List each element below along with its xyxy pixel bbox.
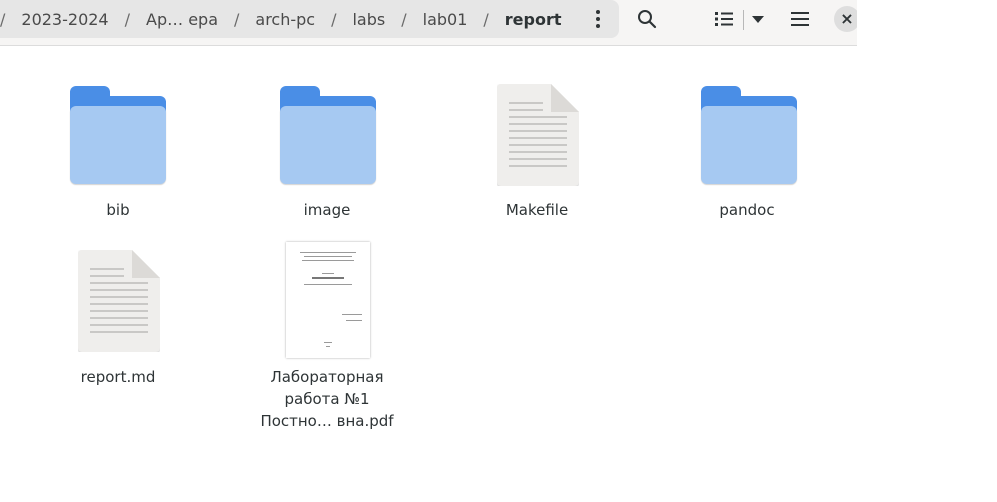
chevron-down-icon xyxy=(752,16,764,23)
breadcrumb-report[interactable]: report xyxy=(503,10,564,29)
list-view-button[interactable] xyxy=(708,4,740,34)
file-item-pandoc[interactable]: pandoc xyxy=(667,84,827,224)
breadcrumb-labs[interactable]: labs xyxy=(350,10,387,29)
file-label: image xyxy=(303,201,351,219)
folder-icon xyxy=(70,86,166,184)
kebab-menu-icon[interactable] xyxy=(590,6,606,32)
desktop-background xyxy=(857,0,997,502)
view-options-button[interactable] xyxy=(746,4,770,34)
file-label-line: Лабораторная xyxy=(270,368,384,386)
file-label-line: Постно… вна.pdf xyxy=(260,412,394,430)
folder-icon xyxy=(701,86,797,184)
header-bar: / 2023-2024 / Ар… ера / arch-pc / labs /… xyxy=(0,0,860,46)
file-label: Лабораторная работа №1 Постно… вна.pdf xyxy=(247,366,407,432)
file-label: Makefile xyxy=(505,201,569,219)
path-bar: / 2023-2024 / Ар… ера / arch-pc / labs /… xyxy=(0,0,619,38)
breadcrumb-arch-pc[interactable]: arch-pc xyxy=(253,10,317,29)
file-label-line: работа №1 xyxy=(284,390,370,408)
text-file-icon xyxy=(497,84,579,186)
path-separator: / xyxy=(124,9,130,29)
text-file-icon xyxy=(78,250,160,352)
file-item-bib[interactable]: bib xyxy=(38,84,198,224)
file-label: pandoc xyxy=(719,201,775,219)
main-menu-button[interactable] xyxy=(786,4,814,34)
search-button[interactable] xyxy=(632,4,662,34)
breadcrumb-lab01[interactable]: lab01 xyxy=(421,10,470,29)
path-separator: / xyxy=(0,9,6,29)
close-icon: × xyxy=(840,9,854,28)
search-icon xyxy=(638,10,657,29)
breadcrumb-ar-era[interactable]: Ар… ера xyxy=(144,10,220,29)
hamburger-menu-icon xyxy=(791,12,809,26)
file-item-lab-report-pdf[interactable]: Лабораторная работа №1 Постно… вна.pdf xyxy=(247,242,407,442)
file-item-image[interactable]: image xyxy=(247,84,407,224)
path-separator: / xyxy=(331,9,337,29)
breadcrumb-2023-2024[interactable]: 2023-2024 xyxy=(19,10,110,29)
folder-icon xyxy=(280,86,376,184)
file-label: bib xyxy=(106,201,130,219)
view-divider xyxy=(743,10,744,30)
file-item-makefile[interactable]: Makefile xyxy=(457,84,617,224)
path-separator: / xyxy=(401,9,407,29)
pdf-thumbnail-icon xyxy=(286,242,370,358)
list-view-icon xyxy=(715,12,733,26)
file-item-report-md[interactable]: report.md xyxy=(38,250,198,390)
path-separator: / xyxy=(483,9,489,29)
file-manager-window: / 2023-2024 / Ар… ера / arch-pc / labs /… xyxy=(0,0,860,502)
path-separator: / xyxy=(234,9,240,29)
file-label: report.md xyxy=(80,368,156,386)
